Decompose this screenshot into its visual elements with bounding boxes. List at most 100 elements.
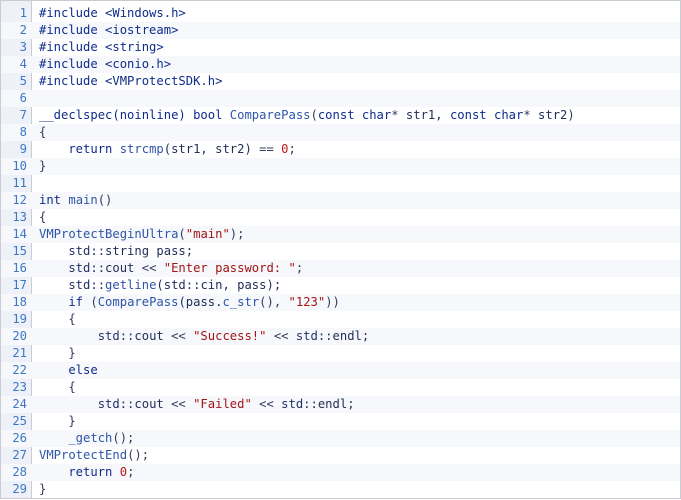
code-text: } bbox=[39, 345, 76, 362]
code-text: return 0; bbox=[39, 464, 134, 481]
line-number: 18 bbox=[12, 295, 27, 309]
code-token: std:: bbox=[39, 397, 135, 411]
code-text: { bbox=[39, 124, 46, 141]
code-token: #include <string> bbox=[39, 40, 164, 54]
code-token: cout bbox=[105, 261, 142, 275]
line-number: 19 bbox=[12, 312, 27, 326]
code-text: VMProtectBeginUltra("main"); bbox=[39, 226, 244, 243]
code-token: (); bbox=[127, 448, 150, 462]
code-line: 15 std::string pass; bbox=[1, 243, 680, 260]
code-text: { bbox=[39, 311, 76, 328]
code-line: 22 else bbox=[1, 362, 680, 379]
code-token: ( bbox=[90, 295, 98, 309]
code-token: #include <VMProtectSDK.h> bbox=[39, 74, 223, 88]
code-text: std::cout << "Enter password: "; bbox=[39, 260, 303, 277]
code-token: 0 bbox=[281, 142, 289, 156]
code-token: ; bbox=[288, 142, 296, 156]
code-token: ); bbox=[229, 227, 245, 241]
line-number: 8 bbox=[19, 125, 27, 139]
code-line: 11 bbox=[1, 175, 680, 192]
code-line: 10} bbox=[1, 158, 680, 175]
code-token: ( bbox=[178, 227, 186, 241]
code-token: cout bbox=[134, 397, 172, 411]
code-token: int bbox=[39, 193, 69, 207]
code-token: ComparePass bbox=[229, 108, 311, 122]
code-line: 14 VMProtectBeginUltra("main"); bbox=[1, 226, 680, 243]
line-number: 24 bbox=[12, 397, 27, 411]
code-token: char bbox=[493, 108, 524, 122]
code-token: return bbox=[39, 142, 120, 156]
code-token: const bbox=[449, 108, 494, 122]
code-line: 23 { bbox=[1, 379, 680, 396]
code-token: getline bbox=[105, 278, 157, 292]
code-token: str1, bbox=[405, 108, 450, 122]
code-token: } bbox=[39, 346, 76, 360]
code-token: ) bbox=[567, 108, 575, 122]
line-number: 11 bbox=[12, 176, 27, 190]
code-text: return strcmp(str1, str2) == 0; bbox=[39, 141, 296, 158]
code-text: std::cout << "Success!" << std::endl; bbox=[39, 328, 370, 345]
code-token: std:: bbox=[281, 397, 318, 411]
line-number: 3 bbox=[19, 40, 27, 54]
code-token: std:: bbox=[295, 329, 333, 343]
code-text: #include <conio.h> bbox=[39, 56, 171, 73]
code-token: main bbox=[68, 193, 98, 207]
code-token: "Failed" bbox=[193, 397, 260, 411]
code-token: (), bbox=[259, 295, 289, 309]
code-text: #include <VMProtectSDK.h> bbox=[39, 73, 222, 90]
line-number: 16 bbox=[12, 261, 27, 275]
code-token: (pass. bbox=[178, 295, 223, 309]
code-line: 28 return 0; bbox=[1, 464, 680, 481]
line-number: 25 bbox=[12, 414, 27, 428]
code-token: endl; bbox=[332, 329, 370, 343]
code-token: } bbox=[39, 414, 76, 428]
code-viewer[interactable]: 1 #include <Windows.h> 2 #include <iostream… bbox=[0, 0, 681, 499]
code-token: char bbox=[361, 108, 392, 122]
code-token: ( bbox=[310, 108, 318, 122]
line-number: 10 bbox=[12, 159, 27, 173]
code-token: { bbox=[39, 312, 76, 326]
line-number: 4 bbox=[19, 57, 27, 71]
code-token: cout bbox=[134, 329, 172, 343]
code-token: * bbox=[523, 108, 539, 122]
code-line: 9 return strcmp(str1, str2) == 0; bbox=[1, 141, 680, 158]
line-number: 22 bbox=[12, 363, 27, 377]
code-line: 13 { bbox=[1, 209, 680, 226]
line-number: 14 bbox=[12, 227, 27, 241]
code-text: { bbox=[39, 379, 75, 396]
code-token: std:: bbox=[39, 261, 106, 275]
code-token: "Success!" bbox=[193, 329, 274, 343]
code-token: << bbox=[141, 261, 164, 275]
code-text: int main() bbox=[39, 192, 112, 209]
code-token: << bbox=[259, 397, 282, 411]
code-token: std:: bbox=[39, 329, 135, 343]
code-token: string bbox=[105, 244, 157, 258]
line-number: 5 bbox=[19, 74, 27, 88]
line-number: 9 bbox=[19, 142, 27, 156]
code-line: 3 #include <string> bbox=[1, 39, 680, 56]
code-token: ComparePass bbox=[97, 295, 179, 309]
code-token: { bbox=[39, 210, 47, 224]
code-line: 4 #include <conio.h> bbox=[1, 56, 680, 73]
code-text: __declspec(noinline) bool ComparePass(co… bbox=[39, 107, 575, 124]
code-token: << bbox=[171, 397, 194, 411]
line-number: 21 bbox=[12, 346, 27, 360]
code-line: 12 int main() bbox=[1, 192, 680, 209]
code-text: VMProtectEnd(); bbox=[39, 447, 149, 464]
line-number: 20 bbox=[12, 329, 27, 343]
code-token: } bbox=[39, 159, 47, 173]
code-token: )) bbox=[325, 295, 340, 309]
code-text: } bbox=[39, 413, 76, 430]
code-line: 18 if (ComparePass(pass.c_str(), "123")) bbox=[1, 294, 680, 311]
line-number: 1 bbox=[19, 6, 27, 20]
code-line: 20 std::cout << "Success!" << std::endl; bbox=[1, 328, 680, 345]
code-line: 29} bbox=[1, 481, 680, 498]
code-token: if bbox=[39, 295, 91, 309]
line-number: 13 bbox=[12, 210, 27, 224]
code-token: #include <conio.h> bbox=[39, 57, 172, 71]
line-number: 26 bbox=[12, 431, 27, 445]
code-text: _getch(); bbox=[39, 430, 134, 447]
code-line: 19 { bbox=[1, 311, 680, 328]
line-number: 2 bbox=[19, 23, 27, 37]
code-line: 21 } bbox=[1, 345, 680, 362]
